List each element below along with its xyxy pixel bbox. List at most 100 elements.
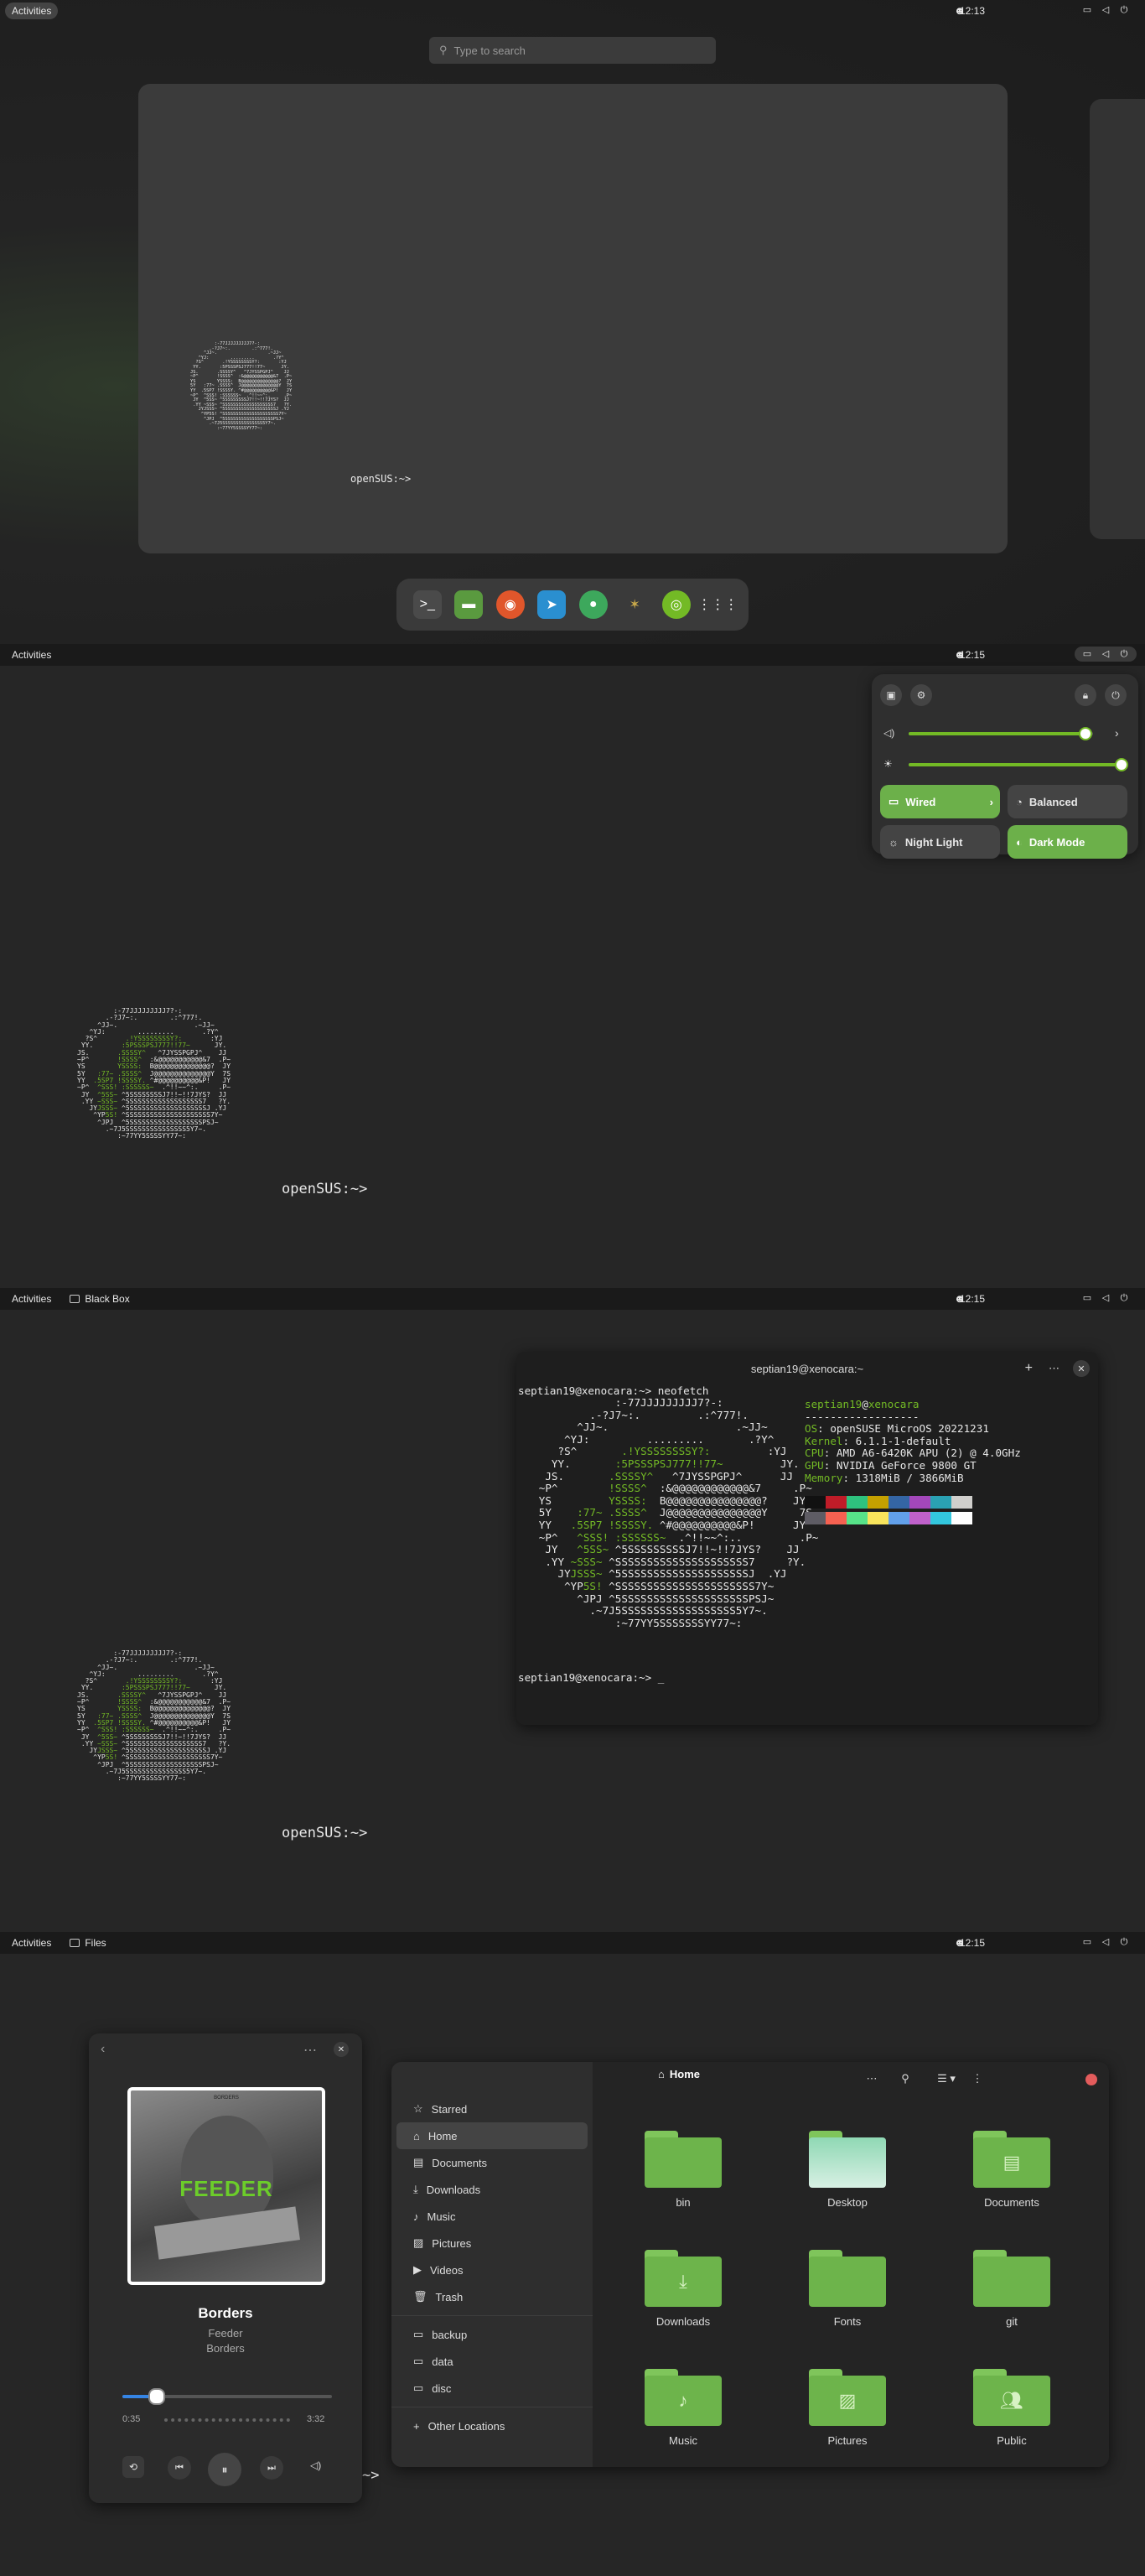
search-button[interactable]: ⚲ [894, 2068, 916, 2090]
folder-icon [70, 1939, 80, 1947]
sidebar-item-other-locations[interactable]: + Other Locations [396, 2412, 588, 2439]
app-menu[interactable]: Black Box [70, 1293, 130, 1305]
clock[interactable]: 12:13 [960, 5, 985, 17]
terminal-window[interactable]: septian19@xenocara:~ + ⋯ ✕ septian19@xen… [516, 1352, 1098, 1725]
folder-icon: ▤ [973, 2131, 1050, 2188]
folder-item[interactable]: ▨ Pictures [797, 2369, 898, 2447]
sidebar-item-music[interactable]: ♪ Music [396, 2203, 588, 2230]
volume-knob[interactable] [1079, 727, 1093, 740]
sidebar-item-data[interactable]: ▭ data [396, 2348, 588, 2375]
system-menu[interactable]: ▭ ◁ ⏻ [1075, 1935, 1137, 1950]
sidebar-item-pictures[interactable]: ▨ Pictures [396, 2230, 588, 2257]
user-name: septian19 [805, 1398, 863, 1410]
seek-slider[interactable] [122, 2388, 332, 2405]
files-icon[interactable]: ▬ [454, 590, 484, 619]
settings-button[interactable]: ⚙ [910, 684, 932, 706]
power-button[interactable]: ⏻ [1105, 684, 1127, 706]
host-name: xenocara [868, 1398, 920, 1410]
folder-item[interactable]: 👥︎ Public [961, 2369, 1062, 2447]
clock[interactable]: 12:15 [960, 1937, 985, 1949]
close-button[interactable] [1085, 2074, 1097, 2085]
sidebar-item-backup[interactable]: ▭ backup [396, 2321, 588, 2348]
videos-icon: ▶ [413, 2263, 422, 2276]
power-icon: ⏻ [1120, 1293, 1128, 1303]
wired-toggle[interactable]: ▭ Wired › [880, 785, 1000, 818]
home-icon: ⌂ [658, 2068, 665, 2080]
menu-button[interactable]: ⋯ [1049, 1362, 1060, 1375]
repeat-icon: ⟲ [128, 2461, 138, 2473]
files-window[interactable]: ☆ Starred ⌂ Home ▤ Documents ⤓ Downloads ♪ Music ▨… [391, 2062, 1109, 2467]
terminal-output[interactable]: septian19@xenocara:~> neofetch :-77JJJJJ… [516, 1384, 1098, 1683]
workspace-thumbnail-2[interactable] [1090, 99, 1145, 539]
power-mode-icon: ◔ [1016, 795, 1023, 808]
music-icon[interactable]: ● [578, 590, 608, 619]
view-options-button[interactable]: ☰ ▾ [930, 2068, 963, 2090]
folder-item[interactable]: git [961, 2250, 1062, 2328]
seek-knob[interactable] [148, 2388, 166, 2405]
opensuse-icon[interactable]: ◎ [661, 590, 691, 619]
night-light-toggle[interactable]: ☼ Night Light [880, 825, 1000, 859]
next-button[interactable]: ⏭ [260, 2456, 283, 2480]
network-icon: ▭ [1082, 5, 1092, 15]
pause-button[interactable]: ⏸ [208, 2453, 241, 2486]
volume-slider[interactable] [909, 727, 1093, 740]
firefox-icon[interactable]: ◉ [495, 590, 525, 619]
sidebar-item-starred[interactable]: ☆ Starred [396, 2096, 588, 2122]
folder-item[interactable]: ⤓ Downloads [633, 2250, 733, 2328]
main-menu-button[interactable]: ⋮ [966, 2068, 988, 2090]
sidebar-item-home[interactable]: ⌂ Home [396, 2122, 588, 2149]
search-icon: ⚲ [439, 44, 448, 56]
folder-item[interactable]: ▤ Documents [961, 2131, 1062, 2209]
system-menu[interactable]: ▭ ◁ ⏻ [1075, 3, 1137, 18]
sidebar-item-trash[interactable]: 🗑︎ Trash [396, 2283, 588, 2310]
path-bar[interactable]: ⌂ Home [658, 2068, 700, 2080]
brightness-knob[interactable] [1115, 758, 1128, 771]
new-tab-button[interactable]: + [1025, 1361, 1033, 1376]
sidebar-item-documents[interactable]: ▤ Documents [396, 2149, 588, 2176]
sidebar-item-downloads[interactable]: ⤓ Downloads [396, 2176, 588, 2203]
terminal-icon[interactable]: >_ [412, 590, 442, 619]
chevron-right-icon[interactable]: › [1115, 726, 1119, 740]
app-menu[interactable]: Files [70, 1937, 106, 1949]
activities-button[interactable]: Activities [5, 1291, 58, 1307]
shell-prompt-fragment: ~> [362, 2467, 380, 2484]
clock[interactable]: 12:15 [960, 1293, 985, 1305]
close-button[interactable]: ✕ [1073, 1360, 1090, 1377]
volume-icon[interactable]: ◁) [310, 2459, 321, 2471]
screenshot-button[interactable]: ▣ [880, 684, 902, 706]
sidebar-item-label: Other Locations [427, 2419, 505, 2433]
system-menu[interactable]: ▭ ◁ ⏻ [1075, 1291, 1137, 1306]
activities-button[interactable]: Activities [5, 647, 58, 663]
sidebar-item-label: backup [432, 2328, 468, 2341]
folder-item[interactable]: bin [633, 2131, 733, 2209]
dark-mode-toggle[interactable]: ◐ Dark Mode [1008, 825, 1127, 859]
activities-button[interactable]: Activities [5, 1935, 58, 1951]
folder-item[interactable]: Desktop [797, 2131, 898, 2209]
folder-item[interactable]: ♪ Music [633, 2369, 733, 2447]
folder-item[interactable]: Fonts [797, 2250, 898, 2328]
repeat-button[interactable]: ⟲ [122, 2456, 144, 2478]
user-host: septian19@xenocara [805, 1398, 920, 1410]
workspace-thumbnail[interactable]: :-77JJJJJJJJJ7?-: .-?J7~:. .:^777!. ^JJ~… [138, 84, 1008, 553]
music-player-window[interactable]: ‹ ⋯ ✕ BORDERS FEEDER Borders Feeder Bord… [89, 2033, 362, 2503]
previous-button[interactable]: ⏮ [168, 2456, 191, 2480]
activities-button[interactable]: Activities [5, 3, 59, 19]
search-input[interactable]: ⚲ Type to search [429, 37, 716, 64]
power-mode-toggle[interactable]: ◔ Balanced [1008, 785, 1127, 818]
close-button[interactable]: ✕ [334, 2042, 349, 2057]
telegram-icon[interactable]: ➤ [537, 590, 567, 619]
top-bar: Activities ☻ 12:15 ▭ ◁ ⏻ [0, 644, 1145, 666]
menu-button[interactable]: ⋯ [303, 2042, 317, 2059]
app-grid-icon[interactable]: ⋮⋮⋮ [697, 590, 738, 619]
clock[interactable]: 12:15 [960, 649, 985, 661]
system-menu[interactable]: ▭ ◁ ⏻ [1075, 647, 1137, 662]
chevron-right-icon[interactable]: › [990, 796, 993, 808]
drive-icon: ▭ [413, 2328, 424, 2340]
sidebar-item-disc[interactable]: ▭ disc [396, 2375, 588, 2402]
back-button[interactable]: ‹ [101, 2042, 105, 2057]
lock-button[interactable]: 🔒︎ [1075, 684, 1096, 706]
game-icon[interactable]: ✶ [620, 590, 649, 619]
sidebar-item-videos[interactable]: ▶ Videos [396, 2257, 588, 2283]
path-menu-button[interactable]: ⋯ [861, 2068, 883, 2090]
brightness-slider[interactable] [909, 758, 1128, 771]
